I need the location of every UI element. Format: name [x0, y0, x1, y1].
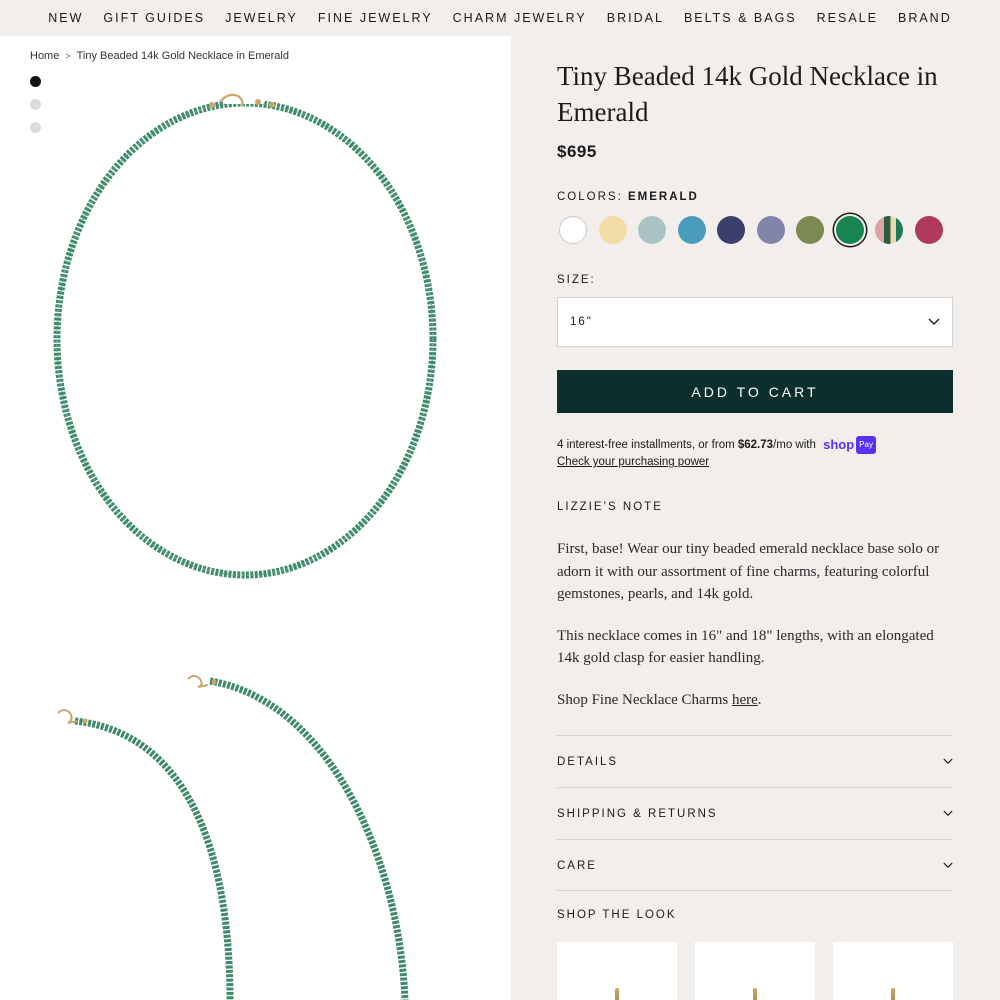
- product-gallery: Home > Tiny Beaded 14k Gold Necklace in …: [0, 36, 511, 1000]
- color-swatch-10[interactable]: [914, 216, 943, 244]
- size-value: 16": [570, 316, 593, 328]
- accordion-shipping[interactable]: SHIPPING & RETURNS: [557, 787, 953, 839]
- accordion-details[interactable]: DETAILS: [557, 735, 953, 787]
- breadcrumb-home[interactable]: Home: [30, 50, 59, 62]
- product-note: First, base! Wear our tiny beaded emeral…: [557, 538, 957, 730]
- accordion-care-label: CARE: [557, 859, 597, 872]
- color-swatch-9[interactable]: [875, 216, 903, 244]
- chevron-down-icon: [943, 810, 953, 816]
- top-nav: NEW GIFT GUIDES JEWELRY FINE JEWELRY CHA…: [0, 0, 1000, 36]
- nav-resale[interactable]: RESALE: [807, 11, 888, 25]
- note-paragraph-1: First, base! Wear our tiny beaded emeral…: [557, 541, 940, 602]
- breadcrumb: Home > Tiny Beaded 14k Gold Necklace in …: [30, 50, 289, 62]
- shoppay-pay: Pay: [856, 436, 876, 454]
- look-product-3[interactable]: [833, 942, 953, 1000]
- look-product-image: [753, 988, 757, 1000]
- nav-belts-bags[interactable]: BELTS & BAGS: [674, 11, 807, 25]
- look-product-1[interactable]: [557, 942, 677, 1000]
- installments-prefix: 4 interest-free installments, or from: [557, 439, 738, 452]
- purchasing-power-link[interactable]: Check your purchasing power: [557, 454, 709, 470]
- color-swatch-8[interactable]: [835, 216, 864, 244]
- necklace-image-main: [53, 93, 437, 579]
- necklace-image-detail: [57, 675, 409, 1000]
- shoppay-logo: shop Pay: [823, 436, 876, 454]
- product-price: $695: [557, 142, 597, 161]
- color-swatch-2[interactable]: [598, 216, 627, 244]
- color-swatch-3[interactable]: [638, 216, 666, 244]
- note-heading: LIZZIE’S NOTE: [557, 501, 663, 513]
- accordion-divider: [557, 890, 953, 891]
- nav-new[interactable]: NEW: [38, 11, 93, 25]
- installments-info: 4 interest-free installments, or from $6…: [557, 436, 957, 470]
- color-swatch-7[interactable]: [796, 216, 824, 244]
- size-label: SIZE:: [557, 274, 596, 286]
- nav-jewelry[interactable]: JEWELRY: [215, 11, 308, 25]
- accordion-shipping-label: SHIPPING & RETURNS: [557, 807, 718, 820]
- note-paragraph-2: This necklace comes in 16" and 18" lengt…: [557, 627, 934, 667]
- chevron-down-icon: [943, 758, 953, 764]
- accordion-care[interactable]: CARE: [557, 839, 953, 891]
- color-swatches: [559, 216, 943, 244]
- note-p3-suffix: .: [757, 691, 762, 708]
- installments-amount: $62.73: [737, 439, 774, 452]
- nav-bridal[interactable]: BRIDAL: [597, 11, 674, 25]
- look-product-image: [615, 988, 619, 1000]
- accordion-details-label: DETAILS: [557, 755, 619, 768]
- breadcrumb-current: Tiny Beaded 14k Gold Necklace in Emerald: [76, 50, 289, 62]
- look-product-2[interactable]: [695, 942, 815, 1000]
- color-swatch-6[interactable]: [756, 216, 785, 244]
- installments-suffix: /mo with: [773, 439, 816, 452]
- color-swatch-5[interactable]: [717, 216, 745, 244]
- color-swatch-1[interactable]: [559, 216, 587, 244]
- colors-label: COLORS: EMERALD: [557, 191, 699, 203]
- note-paragraph-3: Shop Fine Necklace Charms here.: [557, 689, 957, 712]
- note-p3-prefix: Shop Fine Necklace Charms: [557, 691, 732, 708]
- nav-gift-guides[interactable]: GIFT GUIDES: [93, 11, 215, 25]
- nav-charm-jewelry[interactable]: CHARM JEWELRY: [443, 11, 597, 25]
- charms-link[interactable]: here: [732, 692, 758, 708]
- chevron-down-icon: [943, 862, 953, 868]
- nav-fine-jewelry[interactable]: FINE JEWELRY: [308, 11, 443, 25]
- colors-label-text: COLORS:: [557, 191, 623, 203]
- nav-brand[interactable]: BRAND: [888, 11, 962, 25]
- look-product-image: [891, 988, 895, 1000]
- shoppay-shop: shop: [823, 437, 855, 452]
- color-swatch-4[interactable]: [677, 216, 706, 244]
- size-select[interactable]: 16": [557, 297, 953, 347]
- selected-color-name: EMERALD: [627, 191, 699, 203]
- shop-the-look-products: [557, 942, 953, 1000]
- chevron-down-icon: [928, 318, 940, 325]
- shop-the-look-heading: SHOP THE LOOK: [557, 909, 677, 921]
- add-to-cart-button[interactable]: ADD TO CART: [557, 370, 953, 413]
- breadcrumb-separator: >: [65, 51, 71, 61]
- product-panel: Tiny Beaded 14k Gold Necklace in Emerald…: [511, 36, 1000, 1000]
- product-title: Tiny Beaded 14k Gold Necklace in Emerald: [557, 61, 938, 127]
